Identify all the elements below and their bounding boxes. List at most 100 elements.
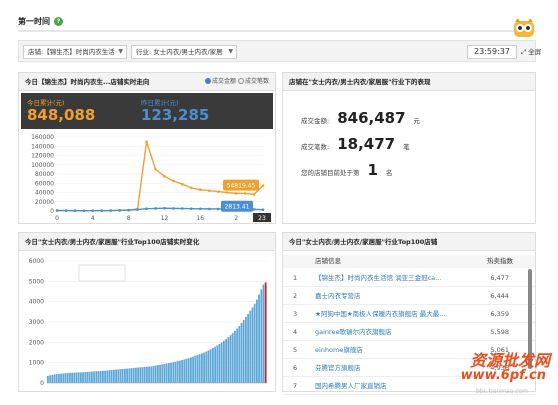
summary-box: 今日累计(元) 848,088 昨日累计(元) 123,285 bbox=[21, 93, 273, 129]
data-point bbox=[163, 206, 166, 210]
row-shop-link[interactable]: gainree歌瑞尔内衣旗舰店 bbox=[315, 323, 455, 341]
bar bbox=[108, 370, 111, 383]
bar bbox=[242, 319, 245, 383]
data-point bbox=[181, 207, 184, 210]
bar bbox=[119, 369, 122, 383]
table-row[interactable]: 3 ★阿狗中国★南极人保暖内衣旗舰店 最大最... 6,359 bbox=[283, 305, 535, 323]
bar bbox=[71, 372, 73, 383]
x-tick-label: 16 bbox=[196, 215, 204, 222]
series-line bbox=[56, 141, 264, 212]
trend-panel-title: 今日【锦生杰】时尚内衣生...店铺实时走向 bbox=[25, 78, 150, 86]
bar bbox=[229, 335, 232, 383]
radio-amount[interactable]: 成交金额 bbox=[205, 78, 236, 85]
data-point bbox=[109, 209, 113, 212]
rank-label: 您的店铺目前处于第 bbox=[301, 169, 360, 177]
count-row: 成交笔数: 18,477 笔 bbox=[301, 135, 410, 153]
data-point bbox=[64, 209, 68, 212]
bar bbox=[218, 343, 221, 383]
bar bbox=[152, 365, 155, 383]
bar bbox=[124, 368, 126, 383]
question-circle-icon[interactable]: ? bbox=[54, 17, 63, 26]
y-tick-label: 2000 bbox=[29, 339, 44, 346]
amount-unit: 元 bbox=[413, 117, 421, 125]
bar bbox=[165, 363, 168, 383]
x-tick-label: 2 bbox=[234, 215, 238, 222]
shop-select-value: 店铺:【锦生杰】时尚内衣生活 bbox=[28, 48, 115, 56]
bar bbox=[264, 282, 267, 383]
fullscreen-button[interactable]: ⤢ 全屏 bbox=[521, 45, 551, 59]
bar bbox=[135, 367, 137, 383]
data-point bbox=[118, 209, 121, 212]
bar bbox=[84, 372, 87, 383]
data-point bbox=[100, 209, 104, 212]
data-point bbox=[163, 175, 166, 178]
y-tick-label: 40000 bbox=[35, 190, 54, 197]
bar bbox=[117, 369, 120, 383]
data-point bbox=[207, 189, 211, 192]
trend-line-chart: 0 20000 40000 60000 80000 100000 120000 140000 1… bbox=[31, 134, 271, 222]
bar bbox=[194, 355, 197, 383]
yesterday-value: 123,285 bbox=[141, 106, 210, 124]
bar bbox=[51, 374, 54, 383]
bar bbox=[201, 353, 203, 383]
bar bbox=[262, 284, 265, 383]
bar bbox=[75, 372, 78, 383]
bar bbox=[82, 372, 84, 383]
row-shop-link[interactable]: 嘉士内衣专营店 bbox=[315, 287, 455, 305]
bar bbox=[190, 357, 192, 383]
y-tick-label: 80000 bbox=[35, 171, 54, 178]
bar bbox=[231, 333, 234, 383]
row-rank: 6 bbox=[293, 364, 298, 372]
y-tick-label: 5000 bbox=[29, 278, 44, 285]
row-rank: 4 bbox=[293, 328, 298, 336]
count-label: 成交笔数: bbox=[301, 143, 330, 151]
row-shop-link[interactable]: 国内希腾男人厂家直销店 bbox=[315, 377, 455, 395]
bar bbox=[106, 370, 109, 383]
bar bbox=[49, 375, 51, 383]
radio-checked-icon bbox=[205, 78, 212, 84]
watermark-line2: www.6pf.cn bbox=[460, 368, 546, 383]
industry-select[interactable]: 行业: 女士内衣/男士内衣/家居 ▼ bbox=[131, 45, 237, 59]
row-shop-link[interactable]: 芬腾官方旗舰店 bbox=[315, 359, 455, 377]
y-tick-label: 60000 bbox=[35, 180, 54, 187]
row-rank: 5 bbox=[293, 346, 298, 354]
bar bbox=[172, 362, 175, 383]
trend-panel: 今日【锦生杰】时尚内衣生...店铺实时走向 成交金额 成交笔数 今日累计(元) … bbox=[18, 72, 276, 224]
bar bbox=[141, 367, 144, 383]
bar bbox=[196, 354, 199, 383]
stats-panel: 店铺在"女士内衣/男士内衣/家居服"行业下的表现 成交金额: 846,487 元… bbox=[282, 72, 536, 224]
row-hot-index: 6,477 bbox=[490, 274, 509, 282]
table-row[interactable]: 2 嘉士内衣专营店 6,444 bbox=[283, 287, 535, 305]
table-row[interactable]: 4 gainree歌瑞尔内衣旗舰店 5,598 bbox=[283, 323, 535, 341]
shop-select[interactable]: 店铺:【锦生杰】时尚内衣生活 ▼ bbox=[23, 45, 127, 59]
page-title-row: 第一时间 ? bbox=[18, 16, 63, 27]
bar bbox=[121, 368, 124, 383]
row-shop-link[interactable]: 【锦生杰】时尚内衣生活馆 润亚三金冠ca... bbox=[315, 269, 455, 287]
bar bbox=[130, 368, 133, 383]
radio-count[interactable]: 成交笔数 bbox=[237, 78, 269, 85]
row-rank: 2 bbox=[293, 292, 298, 300]
bar bbox=[198, 354, 201, 383]
table-header: 店铺信息 热卖指数 bbox=[283, 255, 535, 268]
bar bbox=[53, 374, 56, 383]
data-point bbox=[252, 208, 256, 211]
top100-chart-title: 今日"女士内衣/男士内衣/家居服"行业Top100店铺实时变化 bbox=[25, 238, 200, 246]
x-tick-label: 8 bbox=[127, 215, 131, 222]
tooltip-orange-text: 54819.45 bbox=[227, 183, 256, 190]
stats-panel-header: 店铺在"女士内衣/男士内衣/家居服"行业下的表现 bbox=[283, 73, 535, 91]
y-tick-label: 120000 bbox=[31, 153, 54, 160]
row-shop-link[interactable]: einhome旗舰店 bbox=[315, 341, 455, 359]
count-unit: 笔 bbox=[403, 143, 410, 151]
tooltip-blue-text: 2813.41 bbox=[225, 204, 250, 211]
bar bbox=[187, 358, 190, 383]
divider bbox=[18, 30, 536, 32]
table-row[interactable]: 1 【锦生杰】时尚内衣生活馆 润亚三金冠ca... 6,477 bbox=[283, 269, 535, 287]
data-point bbox=[181, 182, 184, 186]
bar bbox=[205, 351, 208, 383]
bar bbox=[139, 367, 142, 383]
row-shop-link[interactable]: ★阿狗中国★南极人保暖内衣旗舰店 最大最... bbox=[315, 305, 455, 323]
bar bbox=[73, 372, 76, 383]
bar bbox=[179, 360, 181, 383]
bar bbox=[55, 374, 58, 383]
bar bbox=[64, 373, 67, 383]
